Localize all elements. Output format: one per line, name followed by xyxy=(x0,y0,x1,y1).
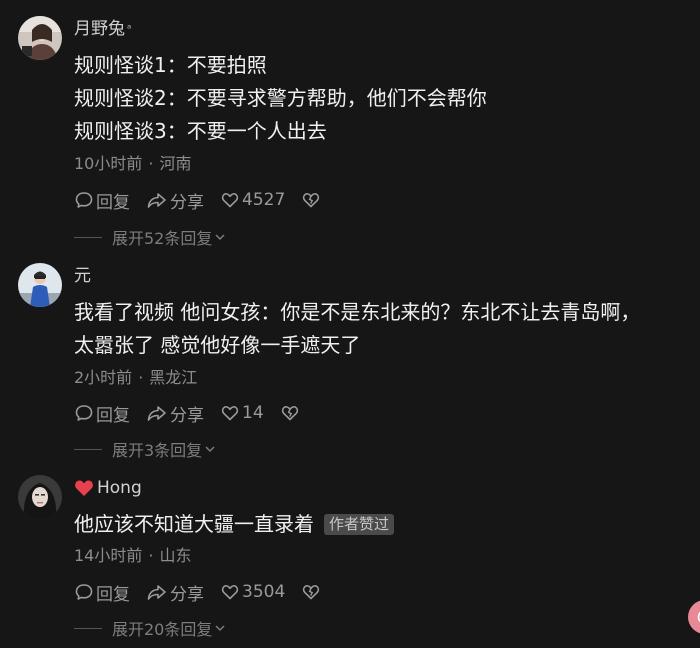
floating-action-button[interactable] xyxy=(688,600,700,634)
avatar[interactable] xyxy=(18,263,62,307)
expand-replies[interactable]: 展开52条回复 xyxy=(74,225,227,249)
share-button[interactable]: 分享 xyxy=(146,580,204,605)
comment-text-line: 太嚣张了 感觉他好像一手遮天了 xyxy=(74,333,361,357)
comment-actions: 回复 分享 4527 xyxy=(74,187,323,213)
broken-heart-icon xyxy=(303,193,320,208)
like-count: 4527 xyxy=(242,190,286,210)
comment-text-line: 规则怪谈1：不要拍照 xyxy=(74,53,267,77)
heart-outline-icon xyxy=(221,406,239,421)
comment-time: 14小时前 xyxy=(74,546,143,565)
expand-replies[interactable]: 展开3条回复 xyxy=(74,437,217,461)
expand-replies-label: 展开20条回复 xyxy=(112,620,213,639)
expand-replies-label: 展开52条回复 xyxy=(112,229,213,248)
like-button[interactable]: 14 xyxy=(220,403,264,423)
like-count: 14 xyxy=(242,403,264,423)
share-label: 分享 xyxy=(170,405,204,426)
separator-dot: · xyxy=(148,546,154,565)
author-liked-badge: 作者赞过 xyxy=(324,514,395,535)
avatar[interactable] xyxy=(18,475,62,519)
author-name[interactable]: 元 xyxy=(74,263,91,289)
comment-list: 月野兔 ᵃ 规则怪谈1：不要拍照 规则怪谈2：不要寻求警方帮助，他们不会帮你 规… xyxy=(0,0,700,648)
reply-label: 回复 xyxy=(96,405,130,426)
comment-location: 河南 xyxy=(159,154,192,173)
reply-label: 回复 xyxy=(96,192,130,213)
like-count: 3504 xyxy=(242,582,286,602)
speech-bubble-icon xyxy=(75,405,93,421)
speech-bubble-icon xyxy=(75,192,93,208)
chevron-down-icon xyxy=(205,446,215,453)
comment-text-line: 他应该不知道大疆一直录着 作者赞过 xyxy=(74,508,395,541)
share-button[interactable]: 分享 xyxy=(146,188,204,213)
share-label: 分享 xyxy=(170,584,204,605)
chevron-down-icon xyxy=(215,625,225,632)
broken-heart-icon xyxy=(281,406,298,421)
comment-time: 2小时前 xyxy=(74,368,133,387)
dislike-button[interactable] xyxy=(301,190,323,210)
author-name[interactable]: 月野兔 ᵃ xyxy=(74,16,131,42)
heart-outline-icon xyxy=(221,585,239,600)
comment-location: 山东 xyxy=(159,546,192,565)
share-arrow-icon xyxy=(147,585,166,600)
comment-text-line: 我看了视频 他问女孩：你是不是东北来的？东北不让去青岛啊， xyxy=(74,300,641,324)
red-heart-icon xyxy=(74,479,94,497)
divider xyxy=(74,627,102,629)
comment-meta: 2小时前 · 黑龙江 xyxy=(74,366,197,390)
expand-replies-label: 展开3条回复 xyxy=(112,441,203,460)
author-name[interactable]: Hong xyxy=(74,475,142,501)
share-button[interactable]: 分享 xyxy=(146,401,204,426)
comment-time: 10小时前 xyxy=(74,154,143,173)
divider xyxy=(74,448,102,450)
comment-text: 他应该不知道大疆一直录着 xyxy=(74,512,314,536)
like-button[interactable]: 4527 xyxy=(220,190,285,210)
separator-dot: · xyxy=(138,368,144,387)
comment-meta: 10小时前 · 河南 xyxy=(74,152,191,176)
speech-bubble-icon xyxy=(75,584,93,600)
separator-dot: · xyxy=(148,154,154,173)
dislike-button[interactable] xyxy=(301,582,323,602)
like-button[interactable]: 3504 xyxy=(220,582,285,602)
sticker-icon xyxy=(697,611,700,623)
author-suffix: ᵃ xyxy=(127,22,132,35)
comment-text-line: 规则怪谈2：不要寻求警方帮助，他们不会帮你 xyxy=(74,86,487,110)
comment-location: 黑龙江 xyxy=(149,368,198,387)
comment-text-line: 规则怪谈3：不要一个人出去 xyxy=(74,119,327,143)
expand-replies[interactable]: 展开20条回复 xyxy=(74,616,227,640)
reply-button[interactable]: 回复 xyxy=(74,188,130,213)
avatar[interactable] xyxy=(18,16,62,60)
share-arrow-icon xyxy=(147,406,166,421)
broken-heart-icon xyxy=(303,585,320,600)
divider xyxy=(74,236,102,238)
heart-outline-icon xyxy=(221,193,239,208)
reply-label: 回复 xyxy=(96,584,130,605)
reply-button[interactable]: 回复 xyxy=(74,401,130,426)
comment-actions: 回复 分享 3504 xyxy=(74,579,323,605)
comment-meta: 14小时前 · 山东 xyxy=(74,544,191,568)
chevron-down-icon xyxy=(215,234,225,241)
comment-actions: 回复 分享 14 xyxy=(74,400,302,426)
dislike-button[interactable] xyxy=(280,403,302,423)
share-arrow-icon xyxy=(147,193,166,208)
share-label: 分享 xyxy=(170,192,204,213)
reply-button[interactable]: 回复 xyxy=(74,580,130,605)
